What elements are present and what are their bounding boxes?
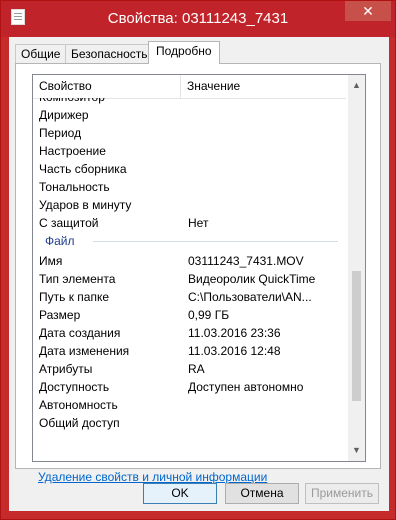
list-row[interactable]: Общий доступ <box>33 414 346 432</box>
property-name: Тональность <box>39 180 110 194</box>
property-name: Период <box>39 126 82 140</box>
list-row[interactable]: Размер 0,99 ГБ <box>33 306 346 324</box>
property-name: Композитор <box>39 98 105 106</box>
list-row[interactable]: Часть сборника <box>33 160 346 178</box>
dialog-body: Общие Безопасность Подробно Свойство Зна… <box>9 37 389 511</box>
property-name: Дирижер <box>39 108 89 122</box>
property-name: С защитой <box>39 216 99 230</box>
property-name: Часть сборника <box>39 162 127 176</box>
tab-security[interactable]: Безопасность <box>65 44 154 63</box>
apply-button[interactable]: Применить <box>305 483 379 504</box>
list-row[interactable]: Настроение <box>33 142 346 160</box>
list-row[interactable]: Путь к папке C:\Пользователи\AN... <box>33 288 346 306</box>
property-value: 0,99 ГБ <box>188 308 230 322</box>
list-row[interactable]: Тональность <box>33 178 346 196</box>
window-title: Свойства: 03111243_7431 <box>107 10 289 27</box>
property-value: Нет <box>188 216 209 230</box>
property-name: Автономность <box>39 398 118 412</box>
property-name: Доступность <box>39 380 110 394</box>
property-list[interactable]: Свойство Значение Композитор Дирижер Пер… <box>32 74 366 462</box>
tab-details[interactable]: Подробно <box>148 41 220 64</box>
property-name: Общий доступ <box>39 416 120 430</box>
list-header: Свойство Значение <box>33 75 346 99</box>
list-row[interactable]: Период <box>33 124 346 142</box>
scroll-down-arrow-icon[interactable]: ▼ <box>348 442 365 459</box>
properties-window: Свойства: 03111243_7431 ✕ Общие Безопасн… <box>0 0 396 520</box>
close-button[interactable]: ✕ <box>345 1 391 21</box>
column-header-property[interactable]: Свойство <box>33 75 181 98</box>
property-name: Тип элемента <box>39 272 116 286</box>
group-divider <box>93 241 338 242</box>
property-name: Размер <box>39 308 81 322</box>
list-row[interactable]: Дата изменения 11.03.2016 12:48 <box>33 342 346 360</box>
list-row[interactable]: Ударов в минуту <box>33 196 346 214</box>
scroll-up-arrow-icon[interactable]: ▲ <box>348 77 365 94</box>
list-row[interactable]: Автономность <box>33 396 346 414</box>
list-row[interactable]: Дирижер <box>33 106 346 124</box>
property-name: Ударов в минуту <box>39 198 132 212</box>
list-row[interactable]: С защитой Нет <box>33 214 346 232</box>
tab-general[interactable]: Общие <box>15 44 67 63</box>
property-value: 03111243_7431.MOV <box>188 254 304 268</box>
list-row[interactable]: Доступность Доступен автономно <box>33 378 346 396</box>
list-row[interactable]: Тип элемента Видеоролик QuickTime <box>33 270 346 288</box>
property-name: Дата создания <box>39 326 121 340</box>
property-name: Дата изменения <box>39 344 130 358</box>
property-value: 11.03.2016 12:48 <box>188 344 281 358</box>
list-row[interactable]: Имя 03111243_7431.MOV <box>33 252 346 270</box>
property-name: Путь к папке <box>39 290 110 304</box>
property-value: RA <box>188 362 205 376</box>
remove-properties-link[interactable]: Удаление свойств и личной информации <box>38 470 267 484</box>
property-value: Доступен автономно <box>188 380 304 394</box>
title-bar[interactable]: Свойства: 03111243_7431 ✕ <box>1 1 395 37</box>
details-panel: Свойство Значение Композитор Дирижер Пер… <box>15 63 381 484</box>
scroll-thumb[interactable] <box>352 271 361 401</box>
list-row[interactable]: Композитор <box>33 98 346 106</box>
list-row[interactable]: Дата создания 11.03.2016 23:36 <box>33 324 346 342</box>
ok-button[interactable]: OK <box>143 483 217 504</box>
vertical-scrollbar[interactable]: ▲ ▼ <box>348 75 365 461</box>
property-name: Имя <box>39 254 63 268</box>
group-header-file: Файл <box>33 232 346 250</box>
property-name: Настроение <box>39 144 106 158</box>
property-value: 11.03.2016 23:36 <box>188 326 281 340</box>
cancel-button[interactable]: Отмена <box>225 483 299 504</box>
property-value: Видеоролик QuickTime <box>188 272 316 286</box>
list-rows: Композитор Дирижер Период Настроение <box>33 98 346 461</box>
list-row[interactable]: Атрибуты RA <box>33 360 346 378</box>
property-value: C:\Пользователи\AN... <box>188 290 312 304</box>
group-label: Файл <box>45 234 75 248</box>
column-header-value[interactable]: Значение <box>181 75 346 98</box>
property-name: Атрибуты <box>39 362 93 376</box>
